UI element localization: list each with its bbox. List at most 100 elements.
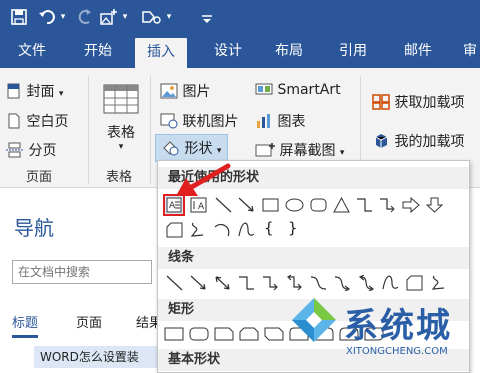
flowchart-shape[interactable]: [166, 222, 183, 238]
undo-dropdown-icon[interactable]: ▾: [58, 8, 68, 26]
elbow-connector-shape[interactable]: [238, 275, 255, 291]
undo-icon[interactable]: [38, 8, 56, 26]
cover-page-icon: [7, 83, 20, 99]
snip-diagonal-rectangle-shape[interactable]: [264, 326, 284, 342]
screenshot-label: 屏幕截图: [279, 143, 336, 159]
blank-page-button[interactable]: 空白页: [6, 111, 68, 131]
freeform-shape[interactable]: [189, 222, 206, 238]
snip-corner-rectangle-shape[interactable]: [214, 326, 234, 342]
tab-file[interactable]: 文件: [0, 34, 64, 68]
insert-table-icon[interactable]: [140, 8, 161, 26]
picture-icon: [160, 83, 178, 99]
online-pictures-label: 联机图片: [182, 114, 239, 130]
dropdown-icon[interactable]: ▾: [120, 8, 130, 26]
tab-headings[interactable]: 标题: [12, 312, 39, 338]
table-icon: [103, 84, 139, 114]
my-addins-label: 我的加载项: [394, 134, 465, 150]
arc-shape[interactable]: [213, 222, 230, 238]
chevron-down-icon: ▾: [216, 146, 222, 156]
table-button[interactable]: 表格 ▾: [103, 84, 139, 154]
screenshot-button[interactable]: 屏幕截图 ▾: [255, 140, 344, 160]
dropdown-icon[interactable]: ▾: [164, 8, 174, 26]
screenshot-icon: [255, 143, 275, 157]
lines-header: 线条: [158, 247, 469, 269]
ribbon-tabs: 文件 开始 插入 设计 布局 引用 邮件 审: [0, 34, 480, 68]
tab-pages[interactable]: 页面: [76, 312, 102, 331]
new-picture-icon[interactable]: [100, 8, 118, 26]
arrow-line-shape[interactable]: [238, 197, 255, 213]
group-divider: [150, 76, 151, 184]
svg-text:A: A: [169, 201, 176, 211]
svg-text:A: A: [198, 202, 205, 212]
rectangle-shape[interactable]: [164, 326, 184, 342]
chevron-down-icon: ▾: [339, 148, 345, 158]
oval-shape[interactable]: [285, 197, 304, 213]
smartart-button[interactable]: SmartArt: [255, 81, 341, 98]
tab-review[interactable]: 审: [455, 34, 480, 68]
redo-icon[interactable]: [76, 8, 94, 26]
tab-design[interactable]: 设计: [203, 34, 253, 68]
tab-home[interactable]: 开始: [73, 34, 123, 68]
tab-references[interactable]: 引用: [327, 34, 379, 68]
get-addins-label: 获取加载项: [394, 95, 465, 111]
navigation-title: 导航: [14, 216, 54, 240]
elbow-connector-shape[interactable]: [356, 197, 373, 213]
quick-access-toolbar: ▾ ▾ ▾: [0, 0, 480, 34]
smartart-label: SmartArt: [277, 82, 341, 98]
group-divider: [88, 76, 89, 184]
down-arrow-shape[interactable]: [425, 197, 444, 213]
triangle-shape[interactable]: [333, 196, 350, 213]
rectangle-shape[interactable]: [262, 197, 279, 213]
right-arrow-shape[interactable]: [402, 196, 420, 214]
online-pictures-button[interactable]: 联机图片: [160, 111, 238, 131]
left-brace-shape[interactable]: {: [264, 220, 281, 236]
annotation-arrow-icon: [176, 163, 231, 196]
rounded-rectangle-shape[interactable]: [310, 197, 327, 213]
shapes-button[interactable]: 形状 ▾: [155, 134, 229, 162]
elbow-arrow-connector-shape[interactable]: [379, 197, 396, 213]
navigation-pane: 导航 标题 页面 结果 WORD怎么设置装: [0, 188, 160, 373]
cover-page-button[interactable]: 封面 ▾: [6, 81, 63, 101]
online-pictures-icon: [160, 113, 178, 129]
elbow-arrow-connector-shape[interactable]: [262, 275, 279, 291]
heading-item[interactable]: WORD怎么设置装: [34, 346, 160, 368]
line-shape[interactable]: [166, 275, 183, 291]
chart-button[interactable]: 图表: [255, 111, 305, 131]
picture-label: 图片: [182, 84, 211, 100]
page-break-button[interactable]: 分页: [6, 140, 56, 160]
watermark-brand: 系统城: [344, 306, 452, 346]
logo-icon: [292, 298, 336, 342]
snip-same-side-rectangle-shape[interactable]: [239, 326, 259, 342]
chevron-down-icon: ▾: [118, 142, 124, 152]
blank-page-icon: [8, 113, 20, 129]
table-group-label: 表格: [106, 170, 133, 185]
pages-group-label: 页面: [26, 170, 53, 185]
my-addins-button[interactable]: 我的加载项: [372, 131, 464, 151]
rounded-rectangle-shape[interactable]: [189, 326, 209, 342]
chart-icon: [257, 114, 270, 128]
tab-layout[interactable]: 布局: [263, 34, 315, 68]
customize-icon[interactable]: [198, 8, 216, 26]
chevron-down-icon: ▾: [58, 89, 64, 99]
blank-page-label: 空白页: [26, 114, 69, 130]
shapes-icon: [163, 141, 179, 156]
tab-mailings[interactable]: 邮件: [393, 34, 443, 68]
arrow-line-shape[interactable]: [190, 275, 207, 291]
page-break-icon: [6, 142, 24, 158]
right-brace-shape[interactable]: }: [288, 220, 305, 236]
double-arrow-line-shape[interactable]: [214, 275, 231, 291]
picture-button[interactable]: 图片: [160, 81, 210, 101]
wave-curve-shape[interactable]: [238, 222, 255, 238]
my-addins-icon: [375, 134, 388, 148]
smartart-icon: [255, 83, 273, 95]
shapes-label: 形状: [184, 141, 213, 157]
tab-insert[interactable]: 插入: [135, 38, 187, 68]
cover-page-label: 封面: [26, 84, 55, 100]
get-addins-button[interactable]: 获取加载项: [372, 92, 464, 112]
table-label: 表格: [107, 125, 135, 141]
save-icon[interactable]: [10, 8, 28, 26]
store-icon: [372, 94, 390, 110]
watermark-url: XITONGCHENG.COM: [346, 346, 448, 357]
search-input[interactable]: [12, 260, 152, 284]
page-break-label: 分页: [28, 143, 57, 159]
